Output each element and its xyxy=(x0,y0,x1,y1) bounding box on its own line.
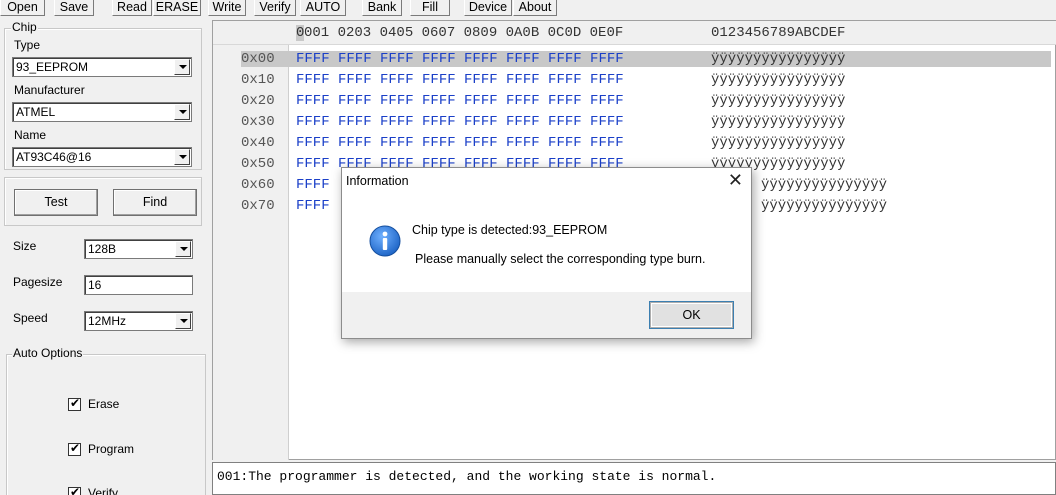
name-select-value: AT93C46@16 xyxy=(16,150,92,164)
ok-button[interactable]: OK xyxy=(650,302,733,328)
manufacturer-select[interactable]: ATMEL xyxy=(12,102,192,122)
chevron-down-icon[interactable] xyxy=(175,313,191,329)
hex-header-ascii: 0123456789ABCDEF xyxy=(711,25,846,41)
auto-button[interactable]: AUTO xyxy=(300,0,346,16)
find-button[interactable]: Find xyxy=(113,189,197,216)
close-icon[interactable]: ✕ xyxy=(728,171,743,191)
speed-select[interactable]: 12MHz xyxy=(84,311,193,331)
hex-row-data[interactable]: FFFF xyxy=(296,198,330,214)
about-button[interactable]: About xyxy=(513,0,557,16)
type-label: Type xyxy=(14,38,41,52)
type-select[interactable]: 93_EEPROM xyxy=(12,57,192,77)
chevron-down-icon[interactable] xyxy=(175,241,191,257)
pagesize-label: Pagesize xyxy=(13,275,63,289)
hex-row-data[interactable]: FFFF FFFF FFFF FFFF FFFF FFFF FFFF FFFF xyxy=(296,93,624,109)
verify-button[interactable]: Verify xyxy=(254,0,296,16)
dialog-message-primary: Chip type is detected:93_EEPROM xyxy=(412,223,608,237)
manufacturer-label: Manufacturer xyxy=(14,83,85,97)
hex-row-data[interactable]: FFFF FFFF FFFF FFFF FFFF FFFF FFFF FFFF xyxy=(296,51,624,67)
hex-row-ascii[interactable]: ÿÿÿÿÿÿÿÿÿÿÿÿÿÿÿÿ xyxy=(711,93,845,109)
dialog-body: Chip type is detected:93_EEPROM Please m… xyxy=(342,200,751,292)
hex-row-data[interactable]: FFFF FFFF FFFF FFFF FFFF FFFF FFFF FFFF xyxy=(296,72,624,88)
speed-label: Speed xyxy=(13,311,48,325)
pagesize-input[interactable]: 16 xyxy=(84,275,193,295)
toolbar: Open Save Read ERASE Write Verify AUTO B… xyxy=(0,0,1056,18)
bank-button[interactable]: Bank xyxy=(362,0,402,16)
write-button[interactable]: Write xyxy=(208,0,246,16)
test-button[interactable]: Test xyxy=(14,189,98,216)
speed-select-value: 12MHz xyxy=(88,314,127,328)
dialog-title: Information xyxy=(346,174,409,188)
info-icon xyxy=(369,225,401,257)
read-button[interactable]: Read xyxy=(112,0,152,16)
fill-button[interactable]: Fill xyxy=(410,0,450,16)
size-label: Size xyxy=(13,239,37,253)
hex-row-ascii[interactable]: ÿÿÿÿÿÿÿÿÿÿÿÿÿÿÿÿ xyxy=(711,114,845,130)
hex-row-ascii[interactable]: ÿÿÿÿÿÿÿÿÿÿÿÿÿÿÿÿ xyxy=(711,72,845,88)
auto-options-legend: Auto Options xyxy=(12,346,84,360)
name-label: Name xyxy=(14,128,47,142)
verify-checkbox-label: Verify xyxy=(88,486,119,495)
erase-checkbox[interactable] xyxy=(68,396,81,411)
size-select-value: 128B xyxy=(88,242,117,256)
chevron-down-icon[interactable] xyxy=(174,104,190,120)
hex-row-data[interactable]: FFFF FFFF FFFF FFFF FFFF FFFF FFFF FFFF xyxy=(296,114,624,130)
program-checkbox-label: Program xyxy=(88,442,135,456)
dialog-footer: OK xyxy=(342,292,751,338)
chevron-down-icon[interactable] xyxy=(174,59,190,75)
hex-header-columns: 001 0203 0405 0607 0809 0A0B 0C0D 0E0F xyxy=(304,25,624,41)
information-dialog: Information ✕ Chip type is detected:93_E… xyxy=(341,167,752,339)
type-select-value: 93_EEPROM xyxy=(16,60,89,74)
open-button[interactable]: Open xyxy=(0,0,45,16)
hex-row-ascii[interactable]: ÿÿÿÿÿÿÿÿÿÿÿÿÿÿÿ xyxy=(761,177,887,193)
hex-row-data[interactable]: FFFF xyxy=(296,177,330,193)
hex-header: 0 001 0203 0405 0607 0809 0A0B 0C0D 0E0F… xyxy=(213,21,1056,45)
chip-legend: Chip xyxy=(11,20,38,34)
log-line: 001:The programmer is detected, and the … xyxy=(217,469,717,484)
auto-options-group xyxy=(6,354,206,495)
erase-button[interactable]: ERASE xyxy=(153,0,201,16)
verify-checkbox[interactable] xyxy=(68,485,81,495)
dialog-message-secondary: Please manually select the corresponding… xyxy=(415,252,706,266)
erase-checkbox-label: Erase xyxy=(88,397,120,411)
log-panel[interactable]: 001:The programmer is detected, and the … xyxy=(212,462,1056,495)
hex-row-ascii[interactable]: ÿÿÿÿÿÿÿÿÿÿÿÿÿÿÿ xyxy=(761,198,887,214)
size-select[interactable]: 128B xyxy=(84,239,193,259)
hex-row-ascii[interactable]: ÿÿÿÿÿÿÿÿÿÿÿÿÿÿÿÿ xyxy=(711,51,845,67)
program-checkbox[interactable] xyxy=(68,441,81,456)
chevron-down-icon[interactable] xyxy=(174,149,190,165)
manufacturer-select-value: ATMEL xyxy=(16,105,56,119)
hex-row-ascii[interactable]: ÿÿÿÿÿÿÿÿÿÿÿÿÿÿÿÿ xyxy=(711,135,845,151)
name-select[interactable]: AT93C46@16 xyxy=(12,147,192,167)
device-button[interactable]: Device xyxy=(464,0,512,16)
hex-row-data[interactable]: FFFF FFFF FFFF FFFF FFFF FFFF FFFF FFFF xyxy=(296,135,624,151)
save-button[interactable]: Save xyxy=(54,0,94,16)
